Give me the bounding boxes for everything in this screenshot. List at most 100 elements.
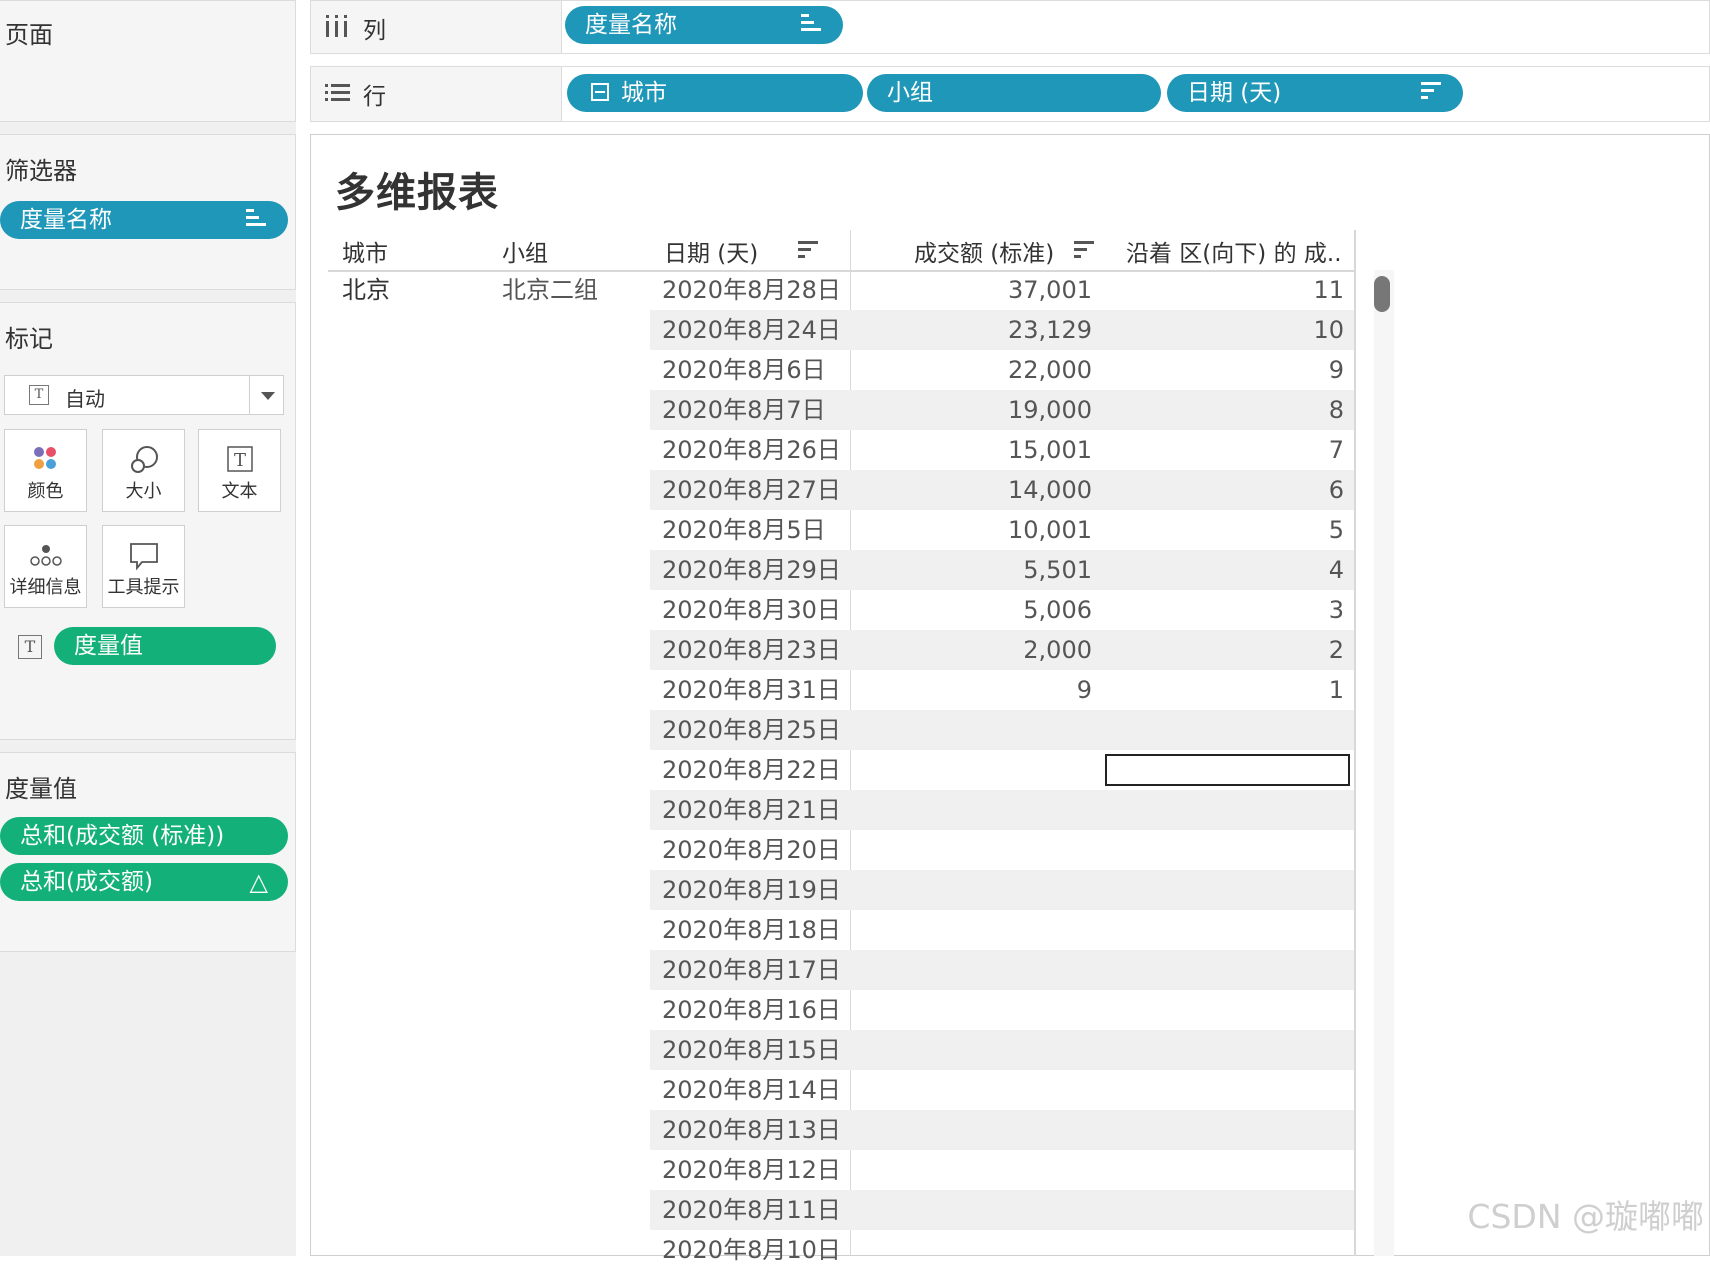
table-row[interactable]: 2020年8月29日 5,501 4: [650, 550, 1354, 590]
column-pill-measure-names[interactable]: 度量名称: [565, 6, 843, 44]
table-row[interactable]: 2020年8月14日: [650, 1070, 1354, 1110]
rows-icon: [325, 83, 351, 107]
rows-shelf: 行 城市 小组 日期 (天): [310, 66, 1710, 122]
table-row[interactable]: 2020年8月5日 10,001 5: [650, 510, 1354, 550]
table-row[interactable]: 2020年8月28日 37,001 11: [650, 270, 1354, 310]
table-row[interactable]: 2020年8月23日 2,000 2: [650, 630, 1354, 670]
table-row[interactable]: 2020年8月13日: [650, 1110, 1354, 1150]
date-cell: 2020年8月29日: [662, 556, 841, 584]
marks-card: 标记 T 自动 颜色 大小 T 文本 详细信息 工具提示 T 度量值: [0, 302, 296, 740]
table-row[interactable]: 2020年8月26日 15,001 7: [650, 430, 1354, 470]
header-date[interactable]: 日期 (天): [664, 234, 758, 268]
table-row[interactable]: 2020年8月25日: [650, 710, 1354, 750]
table-row[interactable]: 2020年8月27日 14,000 6: [650, 470, 1354, 510]
left-panel: 页面 筛选器 度量名称 标记 T 自动 颜色 大小 T 文本 详细信息 工具提示…: [0, 0, 296, 1256]
watermark: CSDN @璇嘟嘟: [1467, 1197, 1704, 1236]
measure-pill-sum-standard[interactable]: 总和(成交额 (标准)): [0, 817, 288, 855]
columns-icon: [325, 15, 349, 41]
date-cell: 2020年8月24日: [662, 316, 841, 344]
mark-text-label: 文本: [221, 481, 258, 502]
dropdown-divider: [249, 376, 250, 414]
table-row[interactable]: 2020年8月10日: [650, 1230, 1354, 1270]
measure-running-cell: 4: [1328, 556, 1344, 584]
table-row[interactable]: 2020年8月19日: [650, 870, 1354, 910]
measure-values-card-title: 度量值: [5, 775, 77, 803]
date-cell: 2020年8月21日: [662, 796, 841, 824]
date-cell: 2020年8月25日: [662, 716, 841, 744]
measure-running-cell: 2: [1328, 636, 1344, 664]
text-icon: T: [199, 444, 280, 476]
sort-bars-icon: [801, 6, 823, 44]
mark-type-dropdown[interactable]: T 自动: [4, 375, 284, 415]
header-measure-running[interactable]: 沿着 区(向下) 的 成..: [1126, 234, 1342, 268]
date-cell: 2020年8月30日: [662, 596, 841, 624]
measure-standard-cell: 22,000: [1008, 356, 1092, 384]
mark-type-label: 自动: [65, 387, 105, 411]
filter-pill-label: 度量名称: [20, 207, 112, 233]
table-row[interactable]: 2020年8月12日: [650, 1150, 1354, 1190]
measure-running-cell: 1: [1328, 676, 1344, 704]
row-pill-group[interactable]: 小组: [867, 74, 1161, 112]
table-row[interactable]: 2020年8月24日 23,129 10: [650, 310, 1354, 350]
header-city[interactable]: 城市: [342, 234, 388, 268]
mark-size-label: 大小: [125, 481, 162, 502]
measure-standard-cell: 2,000: [1023, 636, 1092, 664]
measure-running-cell: 3: [1328, 596, 1344, 624]
header-group[interactable]: 小组: [502, 234, 548, 268]
mark-color-label: 颜色: [27, 481, 64, 502]
mark-tooltip-label: 工具提示: [107, 577, 180, 598]
filters-card-title: 筛选器: [5, 157, 77, 185]
date-cell: 2020年8月13日: [662, 1116, 841, 1144]
measure-pill-sum-amount[interactable]: 总和(成交额) △: [0, 863, 288, 901]
row-pill-label: 日期 (天): [1187, 80, 1282, 106]
mark-color-button[interactable]: 颜色: [4, 429, 87, 512]
mark-detail-label: 详细信息: [9, 577, 82, 598]
table-row[interactable]: 2020年8月31日 9 1: [650, 670, 1354, 710]
row-pill-city[interactable]: 城市: [567, 74, 863, 112]
table-row[interactable]: 2020年8月17日: [650, 950, 1354, 990]
sort-desc-icon[interactable]: [1074, 240, 1096, 264]
table-row[interactable]: 2020年8月18日: [650, 910, 1354, 950]
selected-cell[interactable]: [1105, 754, 1350, 786]
date-cell: 2020年8月28日: [662, 276, 841, 304]
text-icon: T: [18, 635, 42, 659]
measure-standard-cell: 5,501: [1023, 556, 1092, 584]
table-row[interactable]: 2020年8月30日 5,006 3: [650, 590, 1354, 630]
tooltip-icon: [103, 540, 184, 572]
table-row[interactable]: 2020年8月11日: [650, 1190, 1354, 1230]
mark-detail-button[interactable]: 详细信息: [4, 525, 87, 608]
collapse-icon: [591, 82, 609, 101]
table-row[interactable]: 2020年8月6日 22,000 9: [650, 350, 1354, 390]
city-value: 北京: [342, 276, 390, 304]
mark-tooltip-button[interactable]: 工具提示: [102, 525, 185, 608]
mark-size-button[interactable]: 大小: [102, 429, 185, 512]
measure-standard-cell: 9: [1076, 676, 1092, 704]
filter-pill-measure-names[interactable]: 度量名称: [0, 201, 288, 239]
marks-text-pill-label: 度量值: [74, 633, 143, 659]
header-measure-standard[interactable]: 成交额 (标准): [914, 234, 1054, 268]
table-row[interactable]: 2020年8月20日: [650, 830, 1354, 870]
vertical-scrollbar[interactable]: [1374, 270, 1394, 1256]
table-row[interactable]: 2020年8月21日: [650, 790, 1354, 830]
pages-card: 页面: [0, 0, 296, 122]
mark-text-button[interactable]: T 文本: [198, 429, 281, 512]
date-cell: 2020年8月26日: [662, 436, 841, 464]
sort-desc-icon[interactable]: [798, 240, 820, 264]
date-cell: 2020年8月20日: [662, 836, 841, 864]
date-cell: 2020年8月12日: [662, 1156, 841, 1184]
row-pill-date[interactable]: 日期 (天): [1167, 74, 1463, 112]
group-value: 北京二组: [502, 276, 598, 304]
measure-running-cell: 6: [1328, 476, 1344, 504]
detail-icon: [5, 540, 86, 572]
scrollbar-thumb[interactable]: [1374, 276, 1390, 312]
table-row[interactable]: 2020年8月7日 19,000 8: [650, 390, 1354, 430]
measure-standard-cell: 37,001: [1008, 276, 1092, 304]
table-row[interactable]: 2020年8月15日: [650, 1030, 1354, 1070]
date-cell: 2020年8月7日: [662, 396, 826, 424]
measure-running-cell: 7: [1328, 436, 1344, 464]
table-row[interactable]: 2020年8月16日: [650, 990, 1354, 1030]
measure-running-cell: 10: [1313, 316, 1344, 344]
sort-desc-icon: [1421, 74, 1443, 112]
marks-text-pill-measure-values[interactable]: 度量值: [54, 627, 276, 665]
date-cell: 2020年8月19日: [662, 876, 841, 904]
